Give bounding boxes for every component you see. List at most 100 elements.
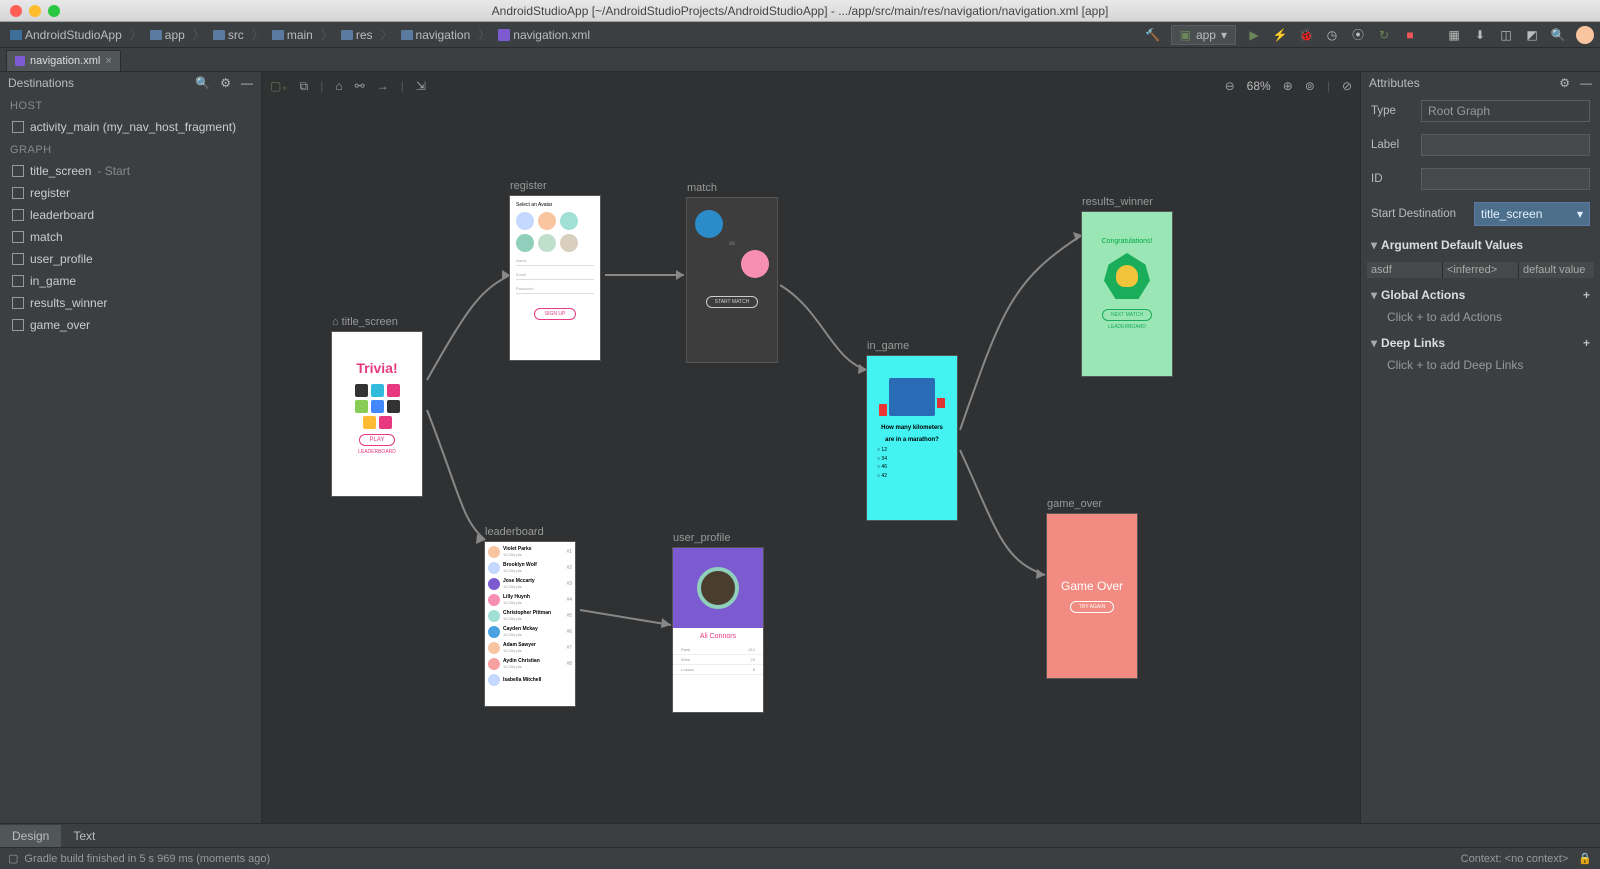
run-config-selector[interactable]: ▣ app ▾ (1171, 25, 1236, 45)
breadcrumb-src[interactable]: src (209, 26, 248, 44)
zoom-out-icon[interactable]: ⊖ (1225, 79, 1235, 93)
try-again-button: TRY AGAIN (1070, 601, 1115, 613)
stop-icon[interactable]: ■ (1402, 27, 1418, 43)
status-bar: ▢ Gradle build finished in 5 s 969 ms (m… (0, 847, 1600, 869)
arg-default-section[interactable]: ▾Argument Default Values (1361, 232, 1600, 258)
global-actions-section[interactable]: ▾Global Actions+ (1361, 282, 1600, 308)
zoom-level: 68% (1247, 79, 1271, 93)
warnings-icon[interactable]: ⊘ (1342, 79, 1352, 93)
destination-icon (12, 275, 24, 287)
destination-icon (12, 297, 24, 309)
status-message: Gradle build finished in 5 s 969 ms (mom… (24, 853, 270, 865)
apply-changes-icon[interactable]: ⚡ (1272, 27, 1288, 43)
link-icon[interactable]: ⚯ (355, 79, 365, 93)
node-game-over[interactable]: game_over Game Over TRY AGAIN (1047, 498, 1137, 678)
graph-item-register[interactable]: register (0, 182, 261, 204)
deep-links-section[interactable]: ▾Deep Links+ (1361, 330, 1600, 356)
node-title-screen[interactable]: ⌂title_screen Trivia! PLAY LEADERBOARD (332, 316, 422, 496)
minimize-window-icon[interactable] (29, 5, 41, 17)
graph-item-in_game[interactable]: in_game (0, 270, 261, 292)
auto-arrange-icon[interactable]: ⇲ (416, 79, 426, 93)
id-field[interactable] (1421, 168, 1590, 190)
folder-icon (213, 30, 225, 40)
start-match-button: START MATCH (706, 296, 759, 308)
node-match[interactable]: match vs START MATCH (687, 182, 777, 362)
graph-item-user_profile[interactable]: user_profile (0, 248, 261, 270)
type-label: Type (1371, 105, 1413, 117)
id-label: ID (1371, 173, 1413, 185)
lock-icon[interactable]: 🔒 (1578, 852, 1592, 865)
android-icon: ▣ (1180, 28, 1191, 42)
node-results-winner[interactable]: results_winner Congratulations! NEXT MAT… (1082, 196, 1172, 376)
breadcrumb-project[interactable]: AndroidStudioApp (6, 26, 126, 44)
type-field (1421, 100, 1590, 122)
debug-icon[interactable]: 🐞 (1298, 27, 1314, 43)
next-match-button: NEXT MATCH (1102, 309, 1152, 321)
graph-item-leaderboard[interactable]: leaderboard (0, 204, 261, 226)
text-tab[interactable]: Text (61, 825, 107, 847)
node-register[interactable]: register Select an Avatar Name Email Pas… (510, 180, 600, 360)
attach-debugger-icon[interactable]: ⦿ (1350, 27, 1366, 43)
start-home-icon: ⌂ (332, 316, 339, 328)
make-project-icon[interactable]: 🔨 (1145, 27, 1161, 43)
avd-manager-icon[interactable]: ▦ (1446, 27, 1462, 43)
gear-icon[interactable]: ⚙ (220, 76, 231, 90)
context-indicator[interactable]: Context: <no context> (1461, 853, 1569, 865)
nav-canvas[interactable]: ⌂title_screen Trivia! PLAY LEADERBOARD r… (262, 100, 1360, 823)
start-destination-select[interactable]: title_screen ▾ (1474, 202, 1590, 226)
sdk-manager-icon[interactable]: ⬇ (1472, 27, 1488, 43)
node-in-game[interactable]: in_game How many kilometers are in a mar… (867, 340, 957, 520)
graph-section-label: GRAPH (0, 138, 261, 160)
restart-icon[interactable]: ↻ (1376, 27, 1392, 43)
breadcrumb-app[interactable]: app (146, 26, 189, 44)
play-button: PLAY (359, 434, 396, 446)
label-field[interactable] (1421, 134, 1590, 156)
folder-icon (341, 30, 353, 40)
zoom-in-icon[interactable]: ⊕ (1283, 79, 1293, 93)
destination-icon (12, 187, 24, 199)
run-icon[interactable]: ▶ (1246, 27, 1262, 43)
user-avatar-icon[interactable] (1576, 26, 1594, 44)
attributes-title: Attributes (1369, 76, 1420, 90)
search-icon[interactable]: 🔍 (195, 76, 210, 90)
gear-icon[interactable]: ⚙ (1559, 76, 1570, 90)
design-tab[interactable]: Design (0, 825, 61, 847)
nested-graph-icon[interactable]: ⧉ (300, 79, 309, 94)
resource-manager-icon[interactable]: ◩ (1524, 27, 1540, 43)
graph-item-results_winner[interactable]: results_winner (0, 292, 261, 314)
zoom-fit-icon[interactable]: ⊚ (1305, 79, 1315, 93)
profile-icon[interactable]: ◷ (1324, 27, 1340, 43)
close-window-icon[interactable] (10, 5, 22, 17)
editor-tabs: navigation.xml × (0, 48, 1600, 72)
folder-icon (272, 30, 284, 40)
breadcrumb-navigation[interactable]: navigation (397, 26, 475, 44)
breadcrumb-file[interactable]: navigation.xml (494, 26, 594, 44)
arrow-icon[interactable]: → (377, 79, 389, 93)
status-icon[interactable]: ▢ (8, 852, 18, 865)
xml-file-icon (498, 29, 510, 41)
layout-inspector-icon[interactable]: ◫ (1498, 27, 1514, 43)
minimize-panel-icon[interactable]: — (241, 76, 253, 90)
graph-item-title_screen[interactable]: title_screen - Start (0, 160, 261, 182)
folder-icon (150, 30, 162, 40)
minimize-panel-icon[interactable]: — (1580, 76, 1592, 90)
app-brand: Trivia! (356, 360, 397, 376)
file-tab-navigation[interactable]: navigation.xml × (6, 50, 121, 71)
node-user-profile[interactable]: user_profile Ali Connors Rank#12Wins24Lo… (673, 532, 763, 712)
maximize-window-icon[interactable] (48, 5, 60, 17)
window-title: AndroidStudioApp [~/AndroidStudioProject… (0, 4, 1600, 18)
add-destination-icon[interactable]: ▢₊ (270, 79, 288, 93)
add-action-icon[interactable]: + (1583, 288, 1590, 302)
graph-item-match[interactable]: match (0, 226, 261, 248)
destination-icon (12, 209, 24, 221)
home-icon[interactable]: ⌂ (335, 79, 342, 93)
tv-icon (889, 378, 935, 416)
breadcrumb-res[interactable]: res (337, 26, 377, 44)
node-leaderboard[interactable]: leaderboard Violet Parks12,034 pts#1Broo… (485, 526, 575, 706)
search-everywhere-icon[interactable]: 🔍 (1550, 27, 1566, 43)
add-deeplink-icon[interactable]: + (1583, 336, 1590, 350)
graph-item-game_over[interactable]: game_over (0, 314, 261, 336)
close-tab-icon[interactable]: × (105, 55, 111, 67)
breadcrumb-main[interactable]: main (268, 26, 317, 44)
host-item[interactable]: activity_main (my_nav_host_fragment) (0, 116, 261, 138)
